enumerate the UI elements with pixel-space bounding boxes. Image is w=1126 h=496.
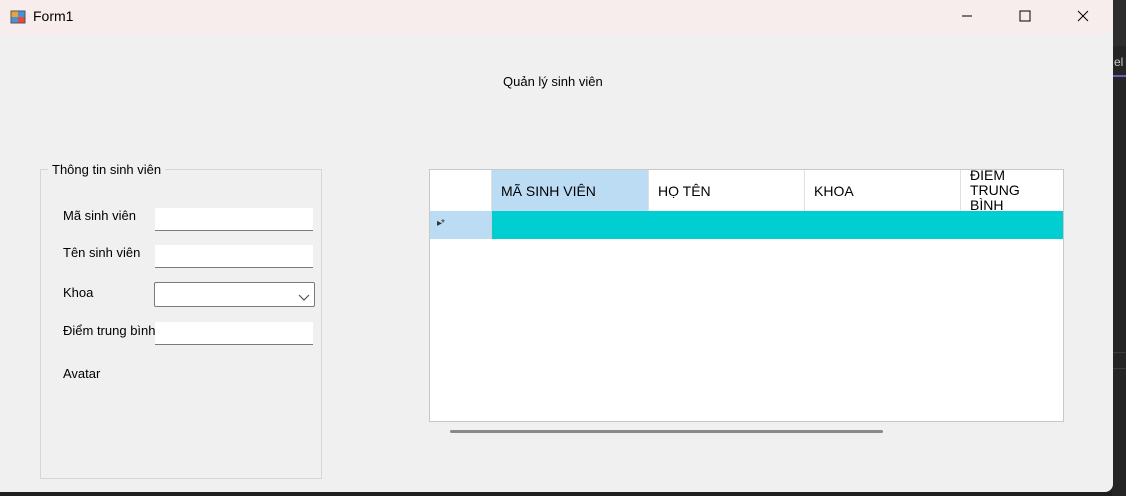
gpa-label: Điểm trung bình: [63, 323, 156, 338]
grid-corner-header[interactable]: [430, 170, 492, 211]
background-divider: [1112, 368, 1126, 369]
student-name-label: Tên sinh viên: [63, 245, 141, 260]
background-partial-text: el: [1114, 55, 1124, 69]
background-divider: [1112, 352, 1126, 353]
winforms-app-icon: [10, 9, 26, 25]
student-id-label: Mã sinh viên: [63, 208, 136, 223]
student-name-input[interactable]: [155, 245, 313, 268]
maximize-button[interactable]: [996, 0, 1054, 34]
column-header-gpa[interactable]: ĐIỂM TRUNG BÌNH: [961, 170, 1063, 213]
minimize-button[interactable]: [938, 0, 996, 34]
gpa-input[interactable]: [155, 322, 313, 345]
horizontal-scrollbar[interactable]: [450, 430, 883, 433]
student-id-input[interactable]: [155, 208, 313, 231]
form-heading: Quản lý sinh viên: [503, 74, 603, 89]
grid-new-row[interactable]: ▸*: [430, 211, 1063, 239]
faculty-combobox[interactable]: [154, 282, 315, 307]
title-bar[interactable]: Form1: [0, 0, 1113, 34]
minimize-icon: [961, 10, 973, 25]
background-ide-strip: el: [1112, 0, 1126, 496]
groupbox-caption: Thông tin sinh viên: [48, 162, 166, 177]
new-row-cells[interactable]: [492, 211, 1063, 239]
maximize-icon: [1019, 10, 1031, 25]
faculty-label: Khoa: [63, 285, 94, 300]
avatar-label: Avatar: [63, 366, 101, 381]
new-row-indicator-icon: ▸*: [437, 218, 445, 229]
window-title: Form1: [33, 8, 74, 24]
student-datagridview[interactable]: MÃ SINH VIÊN HỌ TÊN KHOA ĐIỂM TRUNG BÌNH…: [429, 169, 1064, 422]
column-header-faculty[interactable]: KHOA: [805, 170, 961, 211]
close-button[interactable]: [1054, 0, 1112, 34]
background-ide-header: [1112, 0, 1126, 46]
column-header-full-name[interactable]: HỌ TÊN: [649, 170, 805, 211]
row-header[interactable]: ▸*: [430, 211, 492, 239]
grid-header-row: MÃ SINH VIÊN HỌ TÊN KHOA ĐIỂM TRUNG BÌNH: [430, 170, 1063, 213]
background-accent-line: [1112, 75, 1126, 77]
form-window: Form1 Quản lý sinh viên Thông tin sinh v…: [0, 0, 1113, 492]
column-header-student-id[interactable]: MÃ SINH VIÊN: [492, 170, 649, 211]
close-icon: [1077, 10, 1089, 25]
chevron-down-icon[interactable]: [298, 290, 310, 301]
